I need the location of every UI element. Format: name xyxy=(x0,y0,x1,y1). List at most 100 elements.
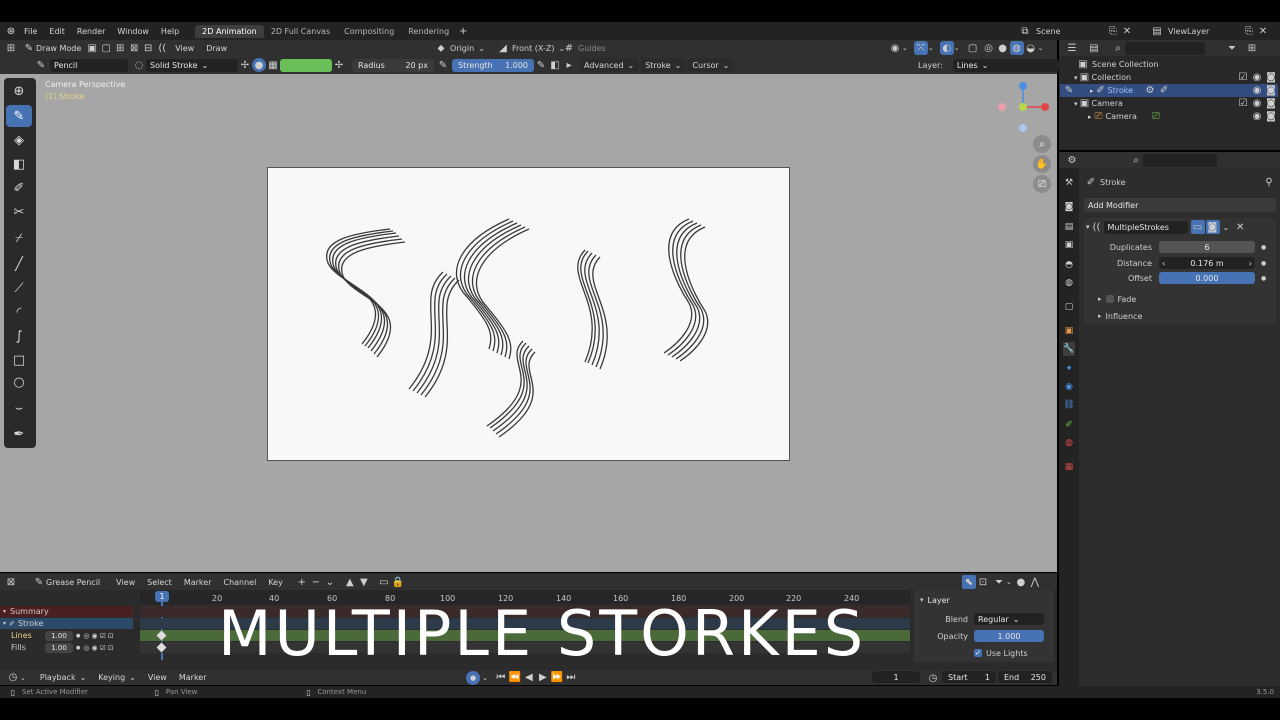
pressure-icon[interactable]: ✎ xyxy=(534,58,548,72)
overlay-icon[interactable]: ◐ xyxy=(939,41,954,55)
vertex-color-icon[interactable]: ▦ xyxy=(266,58,280,72)
gizmo-icon[interactable]: ⤧ xyxy=(913,41,928,55)
viewport-toggle-icon[interactable]: ▭ xyxy=(1190,220,1205,234)
menu-marker[interactable]: Marker xyxy=(178,578,218,587)
pressure-icon[interactable]: ✎ xyxy=(436,58,450,72)
menu-draw[interactable]: Draw xyxy=(200,44,233,53)
box-tool[interactable]: □ xyxy=(6,349,32,371)
pin-icon[interactable]: ⚲ xyxy=(1262,175,1276,189)
radius-field[interactable]: Radius 20 px xyxy=(352,58,434,72)
polyline-tool[interactable]: ⟋ xyxy=(6,277,32,299)
view-layer-name[interactable]: ViewLayer xyxy=(1168,27,1242,36)
draw-tool[interactable]: ✎ xyxy=(6,105,32,127)
search-icon[interactable]: ⌕ xyxy=(1129,153,1143,167)
checkbox-icon[interactable]: ☑ xyxy=(1236,97,1250,111)
lock-icon[interactable]: 🔒 xyxy=(391,575,405,589)
keying-menu[interactable]: Keying xyxy=(92,673,142,682)
scene-selector[interactable]: ⧉ Scene ⎘ ✕ xyxy=(1018,24,1134,38)
play-icon[interactable]: ▶ xyxy=(536,671,550,685)
record-icon[interactable]: ● xyxy=(1014,575,1028,589)
navigation-gizmo[interactable] xyxy=(995,80,1051,136)
stabilizer-icon[interactable]: ◧ xyxy=(548,58,562,72)
distance-field[interactable]: ‹ 0.176 m › xyxy=(1159,257,1255,269)
circle-tool[interactable]: ○ xyxy=(6,371,32,393)
select-mode-icon[interactable]: ⊠ xyxy=(127,41,141,55)
brush-selector[interactable]: Pencil xyxy=(50,58,128,72)
tint-tool[interactable]: ✐ xyxy=(6,177,32,199)
workspace-tab-2d-animation[interactable]: 2D Animation xyxy=(195,24,264,38)
render-icon[interactable]: ◙ xyxy=(1264,84,1278,98)
lock-icon[interactable]: ⊡ xyxy=(108,644,114,652)
pin-icon[interactable]: ✢ xyxy=(332,58,346,72)
search-icon[interactable]: ⌕ xyxy=(1111,41,1125,55)
data-tab-icon[interactable]: ✐ xyxy=(1063,418,1075,432)
lines-opacity-field[interactable]: 1.00 xyxy=(45,630,73,641)
workspace-tab-compositing[interactable]: Compositing xyxy=(337,25,401,38)
channel-lines[interactable]: Lines 1.00 ● ◎ ◉ ☑ ⊡ xyxy=(0,630,135,641)
copy-icon[interactable]: ⎘ xyxy=(1242,24,1256,38)
current-frame-indicator[interactable]: 1 xyxy=(155,591,169,602)
eye-icon[interactable]: ◉ xyxy=(1250,97,1264,111)
select-icon[interactable]: ⬉ xyxy=(962,575,976,589)
editor-type-icon[interactable]: ⚙ xyxy=(1065,153,1079,167)
decrement-icon[interactable]: ‹ xyxy=(1162,259,1165,268)
material-tab-icon[interactable]: ◍ xyxy=(1063,436,1075,450)
lock-icon[interactable]: ⊡ xyxy=(108,632,114,640)
outliner-search-input[interactable] xyxy=(1125,41,1205,55)
stroke-row[interactable]: ✎ ▸ ✐ Stroke ⚙ ✐ ◉ ◙ xyxy=(1060,84,1278,97)
funnel-icon[interactable]: ⏷ xyxy=(992,575,1006,589)
snap-icon[interactable]: ⊡ xyxy=(976,575,990,589)
object-tab-icon[interactable]: ▣ xyxy=(1063,324,1075,338)
fade-subpanel[interactable]: ▸ Fade xyxy=(1098,293,1136,305)
hand-icon[interactable]: ✋ xyxy=(1033,155,1051,173)
fill-tool[interactable]: ◈ xyxy=(6,129,32,151)
menu-edit[interactable]: Edit xyxy=(43,27,71,36)
physics-tab-icon[interactable]: ◉ xyxy=(1063,380,1075,394)
close-icon[interactable]: ✕ xyxy=(1120,24,1134,38)
play-reverse-icon[interactable]: ◀ xyxy=(522,671,536,685)
use-lights-row[interactable]: ✓ Use Lights xyxy=(974,647,1028,659)
jump-end-icon[interactable]: ⏭ xyxy=(564,671,578,685)
menu-key[interactable]: Key xyxy=(262,578,289,587)
pin-icon[interactable]: ✢ xyxy=(238,58,252,72)
render-icon[interactable]: ◙ xyxy=(1264,97,1278,111)
workspace-tab-2d-full-canvas[interactable]: 2D Full Canvas xyxy=(264,25,337,38)
eyedropper-tool[interactable]: ⌿ xyxy=(6,227,32,249)
output-tab-icon[interactable]: ▤ xyxy=(1063,220,1075,234)
checkbox-icon[interactable]: ☑ xyxy=(100,644,106,652)
close-icon[interactable]: ✕ xyxy=(1256,24,1270,38)
mode-selector[interactable]: ✎ Draw Mode xyxy=(18,41,85,55)
modifier-name-field[interactable]: MultipleStrokes xyxy=(1103,220,1188,234)
layer-panel-header[interactable]: ▾ Layer xyxy=(920,594,950,606)
orientation-selector[interactable]: ◢ Front (X-Z) xyxy=(496,41,562,55)
select-mode-icon[interactable]: ▢ xyxy=(99,41,113,55)
wireframe-icon[interactable]: ◎ xyxy=(982,41,996,55)
eye-icon[interactable]: ◉ xyxy=(91,644,97,652)
constraints-tab-icon[interactable]: ⛓ xyxy=(1063,398,1075,412)
material-selector[interactable]: Solid Stroke xyxy=(146,58,238,72)
current-frame-field[interactable]: 1 xyxy=(872,671,920,683)
mask-icon[interactable]: ▭ xyxy=(377,575,391,589)
camera-object-row[interactable]: ▸ ⎚ Camera ⎚ ◉ ◙ xyxy=(1088,110,1278,123)
stroke-dropdown[interactable]: Stroke xyxy=(641,58,686,72)
move-up-icon[interactable]: ▲ xyxy=(343,575,357,589)
menu-render[interactable]: Render xyxy=(71,27,111,36)
jump-start-icon[interactable]: ⏮ xyxy=(494,671,508,685)
advanced-dropdown[interactable]: Advanced xyxy=(580,58,639,72)
arc-tool[interactable]: ◜ xyxy=(6,301,32,323)
next-key-icon[interactable]: ⏩ xyxy=(550,671,564,685)
blender-icon[interactable]: ⊛ xyxy=(4,24,18,38)
effects-tab-icon[interactable]: ✦ xyxy=(1063,362,1075,376)
cursor-tool[interactable]: ⊕ xyxy=(6,80,32,102)
color-mode-icon[interactable]: ● xyxy=(252,58,266,72)
world-tab-icon[interactable]: ◍ xyxy=(1063,276,1075,290)
origin-selector[interactable]: ⬥ Origin xyxy=(434,41,496,55)
workspace-tab-rendering[interactable]: Rendering xyxy=(401,25,456,38)
interpolation-icon[interactable]: ⋀ xyxy=(1028,575,1042,589)
eye-icon[interactable]: ◉ xyxy=(1250,71,1264,85)
chevron-down-icon[interactable]: ⌄ xyxy=(1223,223,1230,232)
copy-icon[interactable]: ⎘ xyxy=(1106,24,1120,38)
editor-type-icon[interactable]: ⊠ xyxy=(4,575,18,589)
layer-selector[interactable]: Layer: Lines xyxy=(918,58,1059,72)
scene-collection-row[interactable]: ▣ Scene Collection xyxy=(1076,58,1158,71)
